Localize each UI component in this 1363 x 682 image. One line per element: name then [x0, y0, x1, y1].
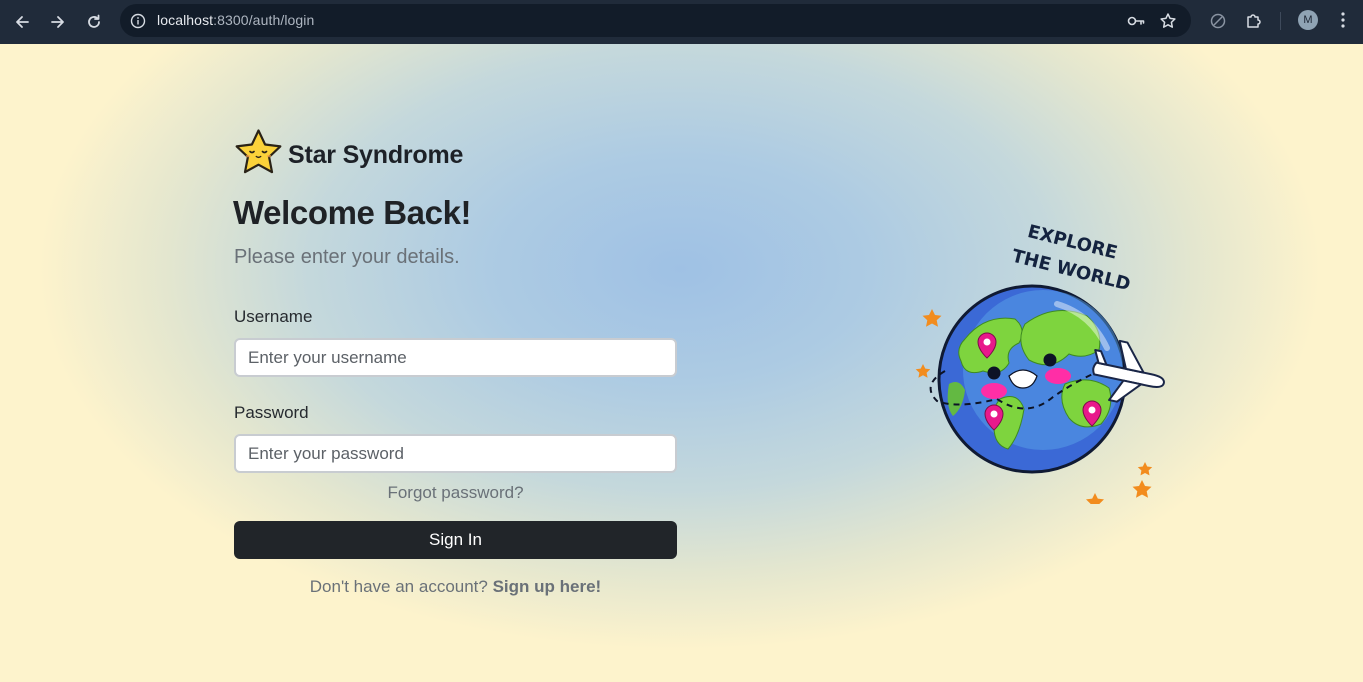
site-info-icon[interactable]: [129, 12, 146, 29]
bookmark-star-icon[interactable]: [1158, 11, 1178, 31]
url-host: localhost: [157, 12, 214, 28]
forgot-password-link[interactable]: Forgot password?: [234, 483, 677, 503]
signup-prompt: Don't have an account? Sign up here!: [234, 577, 677, 597]
extensions-icon[interactable]: [1244, 10, 1264, 30]
sign-in-button[interactable]: Sign In: [234, 521, 677, 559]
performance-icon[interactable]: [1208, 11, 1228, 31]
username-input[interactable]: [234, 338, 677, 377]
smiling-star-icon: [233, 128, 284, 183]
username-label: Username: [234, 307, 313, 326]
reload-icon[interactable]: [81, 9, 107, 35]
browser-toolbar: localhost:8300/auth/login M: [0, 0, 1363, 44]
profile-avatar[interactable]: M: [1298, 10, 1318, 30]
password-input[interactable]: [234, 434, 677, 473]
menu-icon[interactable]: [1335, 10, 1351, 30]
back-icon[interactable]: [9, 9, 35, 35]
toolbar-separator: [1280, 12, 1281, 30]
url-text: localhost:8300/auth/login: [157, 12, 314, 28]
page-title: Welcome Back!: [233, 194, 472, 231]
page-subtitle: Please enter your details.: [234, 246, 460, 268]
signup-link[interactable]: Sign up here!: [493, 577, 602, 596]
password-label: Password: [234, 403, 309, 422]
login-page: Star Syndrome Welcome Back! Please enter…: [0, 44, 1363, 682]
password-key-icon[interactable]: [1126, 11, 1146, 31]
address-bar[interactable]: localhost:8300/auth/login: [120, 4, 1191, 37]
brand: Star Syndrome: [233, 128, 464, 183]
brand-name: Star Syndrome: [288, 140, 464, 169]
url-path: :8300/auth/login: [213, 12, 315, 28]
signup-prompt-text: Don't have an account?: [309, 577, 488, 596]
forward-icon[interactable]: [45, 9, 71, 35]
globe-with-airplane-illustration: EXPLORE THE WORLD: [905, 221, 1175, 510]
